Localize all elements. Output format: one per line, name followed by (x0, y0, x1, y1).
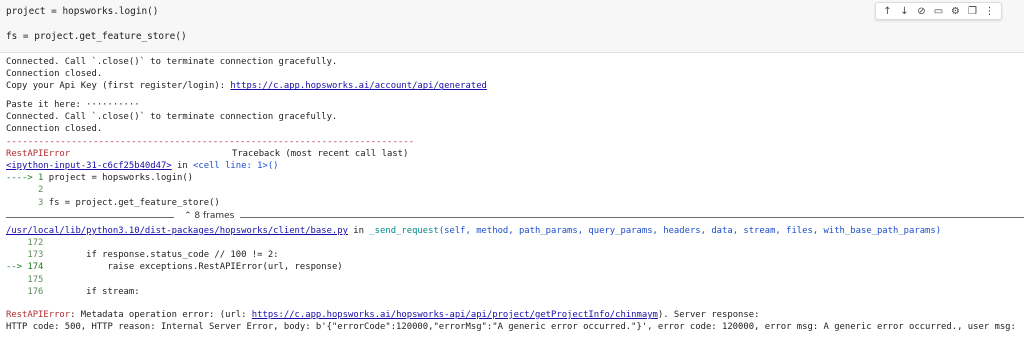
more-icon[interactable]: ⋮ (982, 3, 997, 19)
settings-icon[interactable]: ⚙ (948, 3, 963, 19)
output-line: Connected. Call `.close()` to terminate … (6, 57, 338, 67)
traceback-location: /usr/local/lib/python3.10/dist-packages/… (6, 225, 1024, 237)
copy-icon[interactable]: ❐ (965, 3, 980, 19)
error-name: RestAPIError (6, 148, 71, 159)
traceback-line: ----> 1 project = hopsworks.login() (6, 172, 1024, 184)
traceback-line: 2 (6, 185, 44, 196)
output-text: in (171, 161, 194, 171)
error-message: RestAPIError: Metadata operation error: … (6, 309, 1024, 321)
error-name: RestAPIError (6, 309, 71, 320)
traceback-line: --> 174 raise exceptions.RestAPIError(ur… (6, 261, 1024, 273)
comment-icon[interactable]: ▭ (931, 3, 946, 19)
cell-toolbar: ↑ ↓ ⊘ ▭ ⚙ ❐ ⋮ (875, 2, 1002, 20)
output-text: Copy your Api Key (first register/login)… (6, 81, 231, 92)
link-icon[interactable]: ⊘ (914, 3, 929, 19)
ipython-input-link[interactable]: <ipython-input-31-c6cf25b40d47> (6, 161, 172, 171)
line-number: 3 (6, 197, 49, 208)
error-detail: HTTP code: 500, HTTP reason: Internal Se… (6, 322, 1016, 333)
output-text: : Metadata operation error: (url: (70, 309, 252, 320)
output-text: ). Server response: (657, 309, 760, 320)
code-cell[interactable]: project = hopsworks.login() fs = project… (0, 0, 1024, 53)
traceback-code: raise exceptions.RestAPIError(url, respo… (43, 262, 343, 273)
cell-output: Connected. Call `.close()` to terminate … (6, 52, 1024, 333)
traceback-line: 3 fs = project.get_feature_store() (6, 197, 1024, 209)
traceback-code: if stream: (43, 286, 140, 297)
traceback-location: <ipython-input-31-c6cf25b40d47> in <cell… (6, 160, 1024, 172)
traceback-line: 173 if response.status_code // 100 != 2: (6, 249, 1024, 261)
line-number: 176 (6, 286, 44, 297)
frames-toggle[interactable]: ⌃ 8 frames (184, 211, 234, 221)
code-line-2[interactable]: fs = project.get_feature_store() (6, 31, 187, 42)
project-info-link[interactable]: https://c.app.hopsworks.ai/hopsworks-api… (252, 310, 658, 320)
base-py-link[interactable]: /usr/local/lib/python3.10/dist-packages/… (6, 226, 348, 236)
code-line-1[interactable]: project = hopsworks.login() (6, 6, 158, 17)
traceback-line: 176 if stream: (6, 286, 1024, 298)
api-key-link[interactable]: https://c.app.hopsworks.ai/account/api/g… (230, 81, 486, 91)
move-down-icon[interactable]: ↓ (897, 3, 912, 19)
output-line: Connection closed. (6, 124, 103, 135)
traceback-line: 175 (6, 274, 44, 285)
traceback-code: if response.status_code // 100 != 2: (43, 250, 279, 261)
move-up-icon[interactable]: ↑ (880, 3, 895, 19)
traceback-line: 172 (6, 237, 44, 248)
output-line: Connection closed. (6, 69, 103, 80)
traceback-title: Traceback (most recent call last) (232, 148, 409, 159)
line-number: 173 (6, 250, 44, 261)
function-name: _send_request (369, 225, 439, 236)
function-args: (self, method, path_params, query_params… (438, 225, 942, 236)
cell-line-ref: <cell line: 1>() (193, 161, 279, 171)
frames-rule-left (6, 216, 174, 218)
traceback-code: fs = project.get_feature_store() (48, 197, 220, 208)
arrow-marker: ----> 1 (6, 173, 49, 184)
output-text: in (347, 225, 370, 236)
output-line: Paste it here: ·········· (6, 100, 140, 111)
arrow-marker: --> 174 (6, 262, 44, 273)
traceback-divider: ----------------------------------------… (6, 136, 415, 147)
traceback-header: RestAPIError Traceback (most recent call … (6, 148, 1024, 160)
frames-rule-right (240, 216, 1024, 218)
frames-expander[interactable]: ⌃ 8 frames (6, 209, 1024, 225)
output-line: Connected. Call `.close()` to terminate … (6, 112, 338, 123)
traceback-code: project = hopsworks.login() (48, 173, 194, 184)
output-line: Copy your Api Key (first register/login)… (6, 80, 1024, 92)
